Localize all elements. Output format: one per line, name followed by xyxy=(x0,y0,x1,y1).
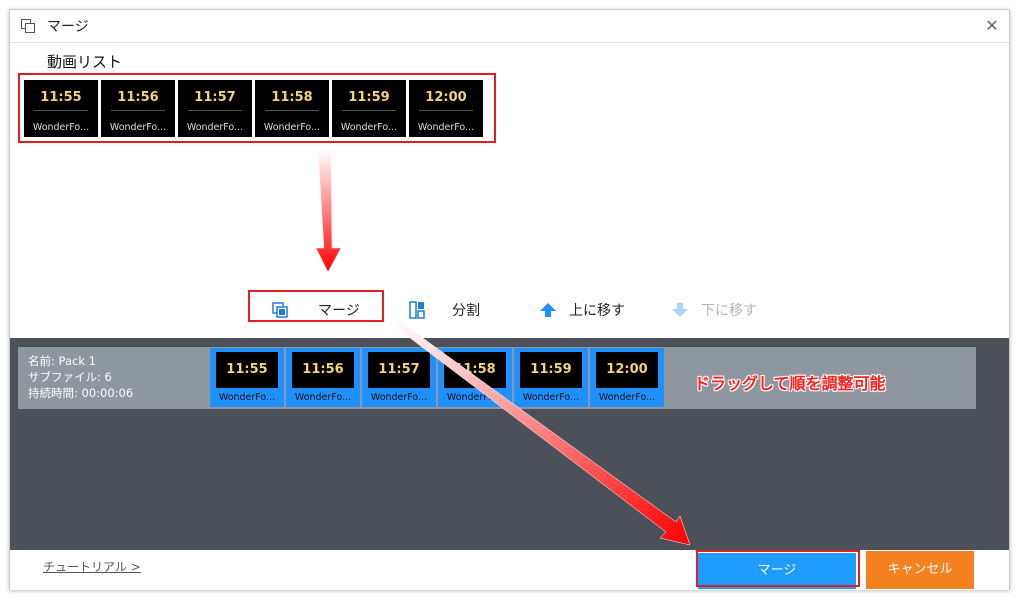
move-up-button[interactable]: 上に移す xyxy=(539,299,639,321)
thumb-time: 11:57 xyxy=(378,362,420,377)
split-icon xyxy=(409,301,425,319)
dialog-footer: チュートリアル > マージ キャンセル xyxy=(10,550,1009,590)
split-tool-label: 分割 xyxy=(452,303,480,319)
merge-window-icon xyxy=(21,19,35,33)
thumb-divider xyxy=(265,110,319,111)
thumb-name: WonderFo... xyxy=(32,122,90,133)
thumb-time: 11:59 xyxy=(530,362,572,377)
pack-thumb[interactable]: 11:58 WonderFo... xyxy=(438,348,512,407)
move-down-button[interactable]: 下に移す xyxy=(671,299,771,321)
thumb-name: WonderFo... xyxy=(522,392,580,403)
thumb-name: WonderFo... xyxy=(263,122,321,133)
move-down-label: 下に移す xyxy=(701,303,757,319)
thumb-name: WonderFo... xyxy=(446,392,504,403)
thumb-name: WonderFo... xyxy=(218,392,276,403)
pack-thumb[interactable]: 12:00 WonderFo... xyxy=(590,348,664,407)
video-list-label: 動画リスト xyxy=(47,53,123,71)
arrow-up-icon xyxy=(540,303,556,317)
split-tool-button[interactable]: 分割 xyxy=(409,299,499,321)
merge-tool-label: マージ xyxy=(318,303,360,319)
cancel-button[interactable]: キャンセル xyxy=(866,551,974,589)
close-button[interactable]: ✕ xyxy=(982,16,1002,36)
thumb-frame: 11:55 xyxy=(216,352,278,388)
arrow-down-icon xyxy=(672,303,688,317)
tutorial-link[interactable]: チュートリアル > xyxy=(43,558,141,575)
thumb-time: 11:58 xyxy=(454,362,496,377)
thumb-frame: 11:59 xyxy=(520,352,582,388)
drag-annotation: ドラッグして順を調整可能 xyxy=(694,374,886,393)
thumb-frame: 11:58 xyxy=(444,352,506,388)
thumb-time: 11:55 xyxy=(40,90,82,105)
thumb-time: 12:00 xyxy=(425,90,467,105)
close-icon: ✕ xyxy=(985,16,999,35)
thumb-name: WonderFo... xyxy=(186,122,244,133)
thumb-divider xyxy=(342,110,396,111)
pack-subfiles: サブファイル: 6 xyxy=(28,370,112,384)
thumb-name: WonderFo... xyxy=(294,392,352,403)
merge-icon xyxy=(272,302,288,318)
thumb-divider xyxy=(111,110,165,111)
merge-button-highlight xyxy=(696,550,860,587)
thumb-time: 11:56 xyxy=(302,362,344,377)
thumb-time: 12:00 xyxy=(606,362,648,377)
thumb-frame: 11:57 xyxy=(368,352,430,388)
video-thumb[interactable]: 11:55 WonderFo... xyxy=(24,80,98,137)
pack-row[interactable]: 名前: Pack 1 サブファイル: 6 持続時間: 00:00:06 11:5… xyxy=(18,347,976,409)
thumb-name: WonderFo... xyxy=(340,122,398,133)
pack-duration: 持続時間: 00:00:06 xyxy=(28,386,134,400)
thumb-name: WonderFo... xyxy=(109,122,167,133)
pack-info: 名前: Pack 1 サブファイル: 6 持続時間: 00:00:06 xyxy=(28,353,133,401)
thumb-time: 11:56 xyxy=(117,90,159,105)
merge-pack-area: 名前: Pack 1 サブファイル: 6 持続時間: 00:00:06 11:5… xyxy=(10,338,1009,550)
thumb-frame: 11:56 xyxy=(292,352,354,388)
pack-thumb[interactable]: 11:55 WonderFo... xyxy=(210,348,284,407)
video-thumb[interactable]: 11:58 WonderFo... xyxy=(255,80,329,137)
thumb-time: 11:57 xyxy=(194,90,236,105)
move-up-label: 上に移す xyxy=(569,303,625,319)
thumb-name: WonderFo... xyxy=(370,392,428,403)
thumb-divider xyxy=(419,110,473,111)
pack-name: 名前: Pack 1 xyxy=(28,354,96,368)
pack-thumb[interactable]: 11:59 WonderFo... xyxy=(514,348,588,407)
thumb-frame: 12:00 xyxy=(596,352,658,388)
thumb-divider xyxy=(188,110,242,111)
video-list-highlight: 11:55 WonderFo... 11:56 WonderFo... 11:5… xyxy=(18,73,496,143)
video-thumb[interactable]: 11:57 WonderFo... xyxy=(178,80,252,137)
title-bar: マージ ✕ xyxy=(10,10,1009,43)
thumb-time: 11:55 xyxy=(226,362,268,377)
thumb-name: WonderFo... xyxy=(598,392,656,403)
thumb-name: WonderFo... xyxy=(417,122,475,133)
video-thumb[interactable]: 11:56 WonderFo... xyxy=(101,80,175,137)
video-thumb[interactable]: 12:00 WonderFo... xyxy=(409,80,483,137)
pack-thumb[interactable]: 11:56 WonderFo... xyxy=(286,348,360,407)
thumb-divider xyxy=(34,110,88,111)
thumb-time: 11:58 xyxy=(271,90,313,105)
thumb-time: 11:59 xyxy=(348,90,390,105)
window-title: マージ xyxy=(47,19,89,35)
merge-dialog: マージ ✕ 動画リスト 11:55 WonderFo... 11:56 Wond… xyxy=(9,9,1010,590)
video-thumb[interactable]: 11:59 WonderFo... xyxy=(332,80,406,137)
pack-thumb[interactable]: 11:57 WonderFo... xyxy=(362,348,436,407)
merge-tool-button[interactable]: マージ xyxy=(272,299,372,321)
